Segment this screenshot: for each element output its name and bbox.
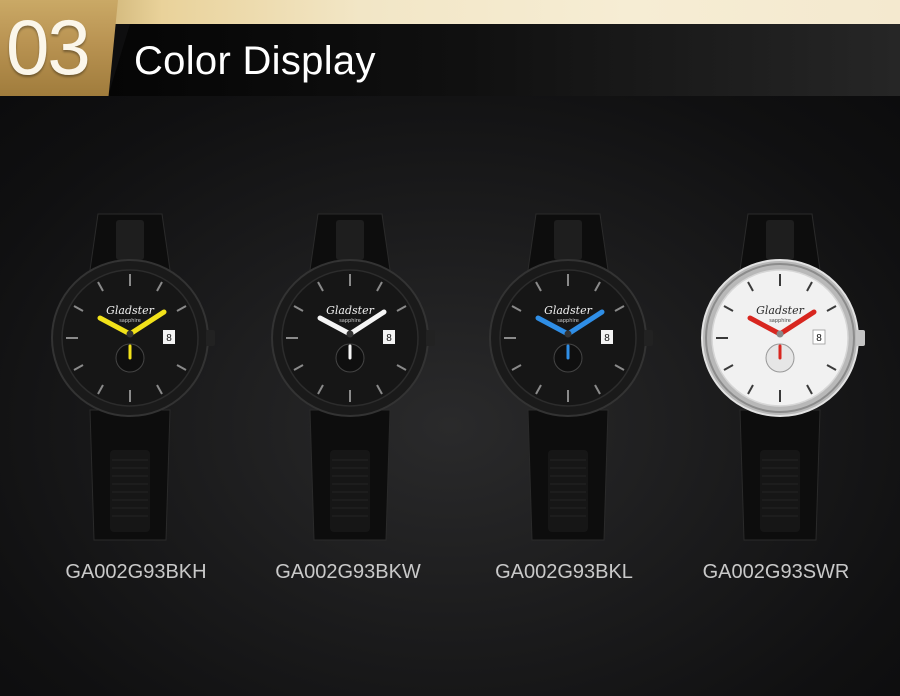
- watch-image-1: Gladster sapphire 8: [40, 210, 220, 550]
- svg-text:Gladster: Gladster: [756, 304, 804, 317]
- svg-text:8: 8: [604, 333, 610, 344]
- section-number: 03: [6, 3, 91, 91]
- svg-text:sapphire: sapphire: [119, 318, 141, 324]
- watch-illustration: Gladster sapphire 8: [489, 213, 653, 541]
- svg-text:Gladster: Gladster: [106, 304, 154, 317]
- svg-text:Gladster: Gladster: [544, 304, 592, 317]
- product-model-label-4: GA002G93SWR: [702, 561, 850, 583]
- svg-text:8: 8: [816, 333, 822, 344]
- product-model-label-1: GA002G93BKH: [65, 561, 207, 583]
- svg-text:sapphire: sapphire: [557, 318, 579, 324]
- svg-text:sapphire: sapphire: [769, 318, 791, 324]
- watch-dial: [61, 269, 199, 407]
- watch-image-2: Gladster sapphire 8: [260, 210, 440, 550]
- product-model-label-2: GA002G93BKW: [275, 561, 421, 583]
- watch-illustration: Gladster sapphire 8: [701, 213, 865, 541]
- svg-text:sapphire: sapphire: [339, 318, 361, 324]
- svg-text:8: 8: [386, 333, 392, 344]
- watch-illustration: Gladster sapphire 8: [271, 213, 435, 541]
- watch-illustration: Gladster sapphire 8: [51, 213, 215, 541]
- product-model-label-3: GA002G93BKL: [495, 561, 633, 583]
- watch-image-3: Gladster sapphire 8: [478, 210, 658, 550]
- svg-text:Gladster: Gladster: [326, 304, 374, 317]
- svg-text:8: 8: [166, 333, 172, 344]
- watch-image-4: Gladster sapphire 8: [690, 210, 870, 550]
- section-title: Color Display: [134, 39, 376, 83]
- header-gold-band: [0, 0, 900, 24]
